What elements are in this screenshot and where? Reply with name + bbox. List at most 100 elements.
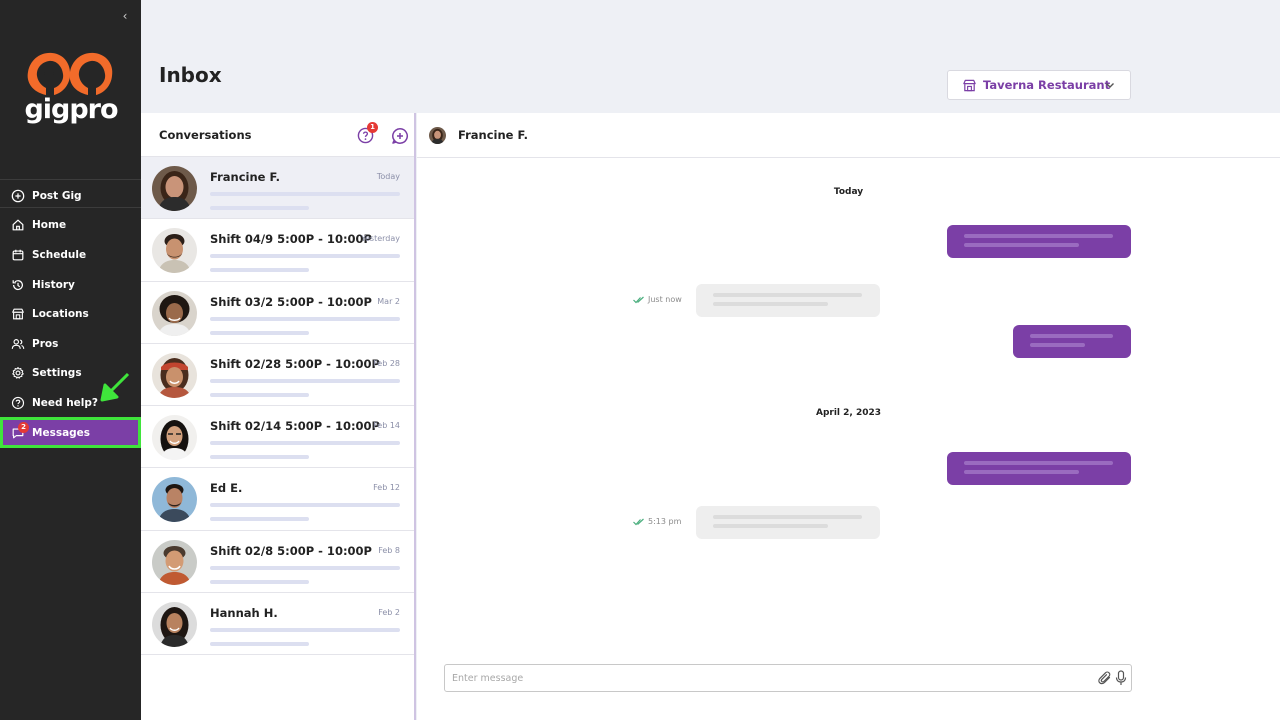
sidebar: ‹ gigpro Post Gig Home Schedule History … (0, 0, 141, 720)
preview-placeholder (210, 330, 309, 335)
sidebar-item-label: Post Gig (32, 189, 82, 202)
conversation-item[interactable]: Shift 02/8 5:00P - 10:00P Feb 8 (141, 531, 414, 594)
message-bubble-incoming (696, 506, 880, 539)
sidebar-item-label: Schedule (32, 248, 87, 261)
sidebar-item-history[interactable]: History (0, 270, 141, 300)
sidebar-item-locations[interactable]: Locations (0, 299, 141, 329)
plus-circle-icon (11, 189, 25, 203)
unread-badge: 2 (18, 421, 29, 433)
conversation-name: Ed E. (210, 481, 243, 496)
store-icon (963, 79, 976, 91)
conversation-item[interactable]: Shift 02/14 5:00P - 10:00P Feb 14 (141, 406, 414, 469)
sidebar-item-label: History (32, 278, 75, 291)
help-circle-icon (11, 396, 25, 410)
message-status: Just now (633, 295, 682, 304)
conversation-date: Feb 12 (373, 483, 400, 493)
sidebar-item-home[interactable]: Home (0, 211, 141, 241)
conversation-date: Feb 14 (373, 421, 400, 431)
preview-placeholder (210, 642, 309, 647)
sidebar-item-post-gig[interactable]: Post Gig (0, 181, 141, 211)
conversation-item[interactable]: Francine F. Today (141, 157, 414, 220)
sidebar-item-pros[interactable]: Pros (0, 329, 141, 359)
history-icon (11, 278, 25, 292)
conversation-item[interactable]: Hannah H. Feb 2 (141, 593, 414, 656)
date-separator: Today (833, 187, 864, 197)
preview-placeholder (210, 628, 400, 633)
sidebar-item-label: Home (32, 219, 67, 232)
date-separator: April 2, 2023 (815, 408, 881, 418)
conversation-name: Shift 02/14 5:00P - 10:00P (210, 419, 380, 434)
sidebar-item-schedule[interactable]: Schedule (0, 240, 141, 270)
paperclip-icon[interactable] (1098, 671, 1112, 685)
conversation-date: Yesterday (361, 234, 400, 244)
preview-placeholder (210, 565, 400, 570)
new-conversation-icon[interactable] (391, 127, 409, 145)
conversation-item[interactable]: Ed E. Feb 12 (141, 468, 414, 531)
microphone-icon[interactable] (1115, 670, 1127, 686)
page-title: Inbox (159, 63, 222, 87)
chat-panel: Francine F. Today Just now April 2, 2023… (417, 113, 1280, 720)
avatar (152, 539, 197, 585)
sidebar-item-label: Messages (32, 426, 91, 439)
chevron-left-icon[interactable]: ‹ (118, 7, 132, 25)
conversation-name: Shift 03/2 5:00P - 10:00P (210, 294, 372, 309)
preview-placeholder (210, 441, 400, 446)
preview-placeholder (210, 316, 400, 321)
sidebar-item-label: Locations (32, 308, 89, 321)
message-bubble-outgoing (1013, 325, 1131, 358)
gear-icon (11, 366, 25, 380)
message-bubble-outgoing (947, 225, 1131, 258)
avatar (152, 352, 197, 398)
preview-placeholder (210, 378, 400, 383)
users-icon (11, 337, 25, 351)
conversation-item[interactable]: Shift 02/28 5:00P - 10:00P Feb 28 (141, 344, 414, 407)
nav-divider (0, 207, 141, 208)
chat-contact-name: Francine F. (458, 128, 529, 142)
conversation-date: Mar 2 (377, 296, 400, 306)
conversation-item[interactable]: Shift 04/9 5:00P - 10:00P Yesterday (141, 219, 414, 282)
double-check-icon (633, 518, 644, 525)
logo-text: gigpro (24, 94, 118, 125)
sidebar-item-messages[interactable]: 2 Messages (0, 416, 141, 449)
message-input[interactable] (452, 670, 1072, 687)
avatar (429, 126, 446, 144)
message-timestamp: 5:13 pm (648, 517, 682, 526)
conversation-name: Shift 02/28 5:00P - 10:00P (210, 356, 380, 371)
sidebar-item-label: Pros (32, 337, 59, 350)
conversations-header: Conversations 1 (141, 113, 414, 157)
conversations-panel: Conversations 1 Francine F. Today Shift … (141, 113, 416, 720)
preview-placeholder (210, 455, 309, 460)
avatar (152, 228, 197, 274)
conversation-item[interactable]: Shift 03/2 5:00P - 10:00P Mar 2 (141, 282, 414, 344)
sidebar-divider (0, 179, 141, 180)
restaurant-select[interactable]: Taverna Restaurant (947, 70, 1131, 100)
conversation-name: Francine F. (210, 170, 281, 184)
chevron-down-icon (1106, 83, 1114, 88)
message-bubble-outgoing (947, 452, 1131, 485)
conversation-date: Today (376, 172, 400, 181)
logo-icon (27, 52, 113, 95)
preview-placeholder (210, 579, 309, 584)
preview-placeholder (210, 268, 309, 273)
avatar (152, 415, 197, 461)
avatar (152, 290, 197, 336)
message-status: 5:13 pm (633, 517, 681, 526)
gigpro-logo[interactable]: gigpro (24, 50, 119, 130)
preview-placeholder (210, 517, 309, 522)
home-icon (11, 218, 25, 232)
message-bubble-incoming (696, 284, 880, 317)
conversations-title: Conversations (159, 127, 252, 142)
chat-header: Francine F. (417, 113, 1280, 158)
avatar (152, 602, 197, 648)
help-badge: 1 (367, 122, 378, 133)
arrow-annotation-icon (100, 372, 130, 402)
conversation-date: Feb 8 (378, 545, 400, 555)
sidebar-item-label: Need help? (32, 396, 99, 409)
message-composer (444, 664, 1132, 692)
sidebar-nav: Post Gig Home Schedule History Locations… (0, 181, 141, 449)
conversation-date: Feb 28 (373, 358, 400, 368)
conversation-name: Shift 02/8 5:00P - 10:00P (210, 543, 372, 558)
preview-placeholder (210, 192, 400, 196)
preview-placeholder (210, 503, 400, 508)
avatar (152, 166, 197, 211)
